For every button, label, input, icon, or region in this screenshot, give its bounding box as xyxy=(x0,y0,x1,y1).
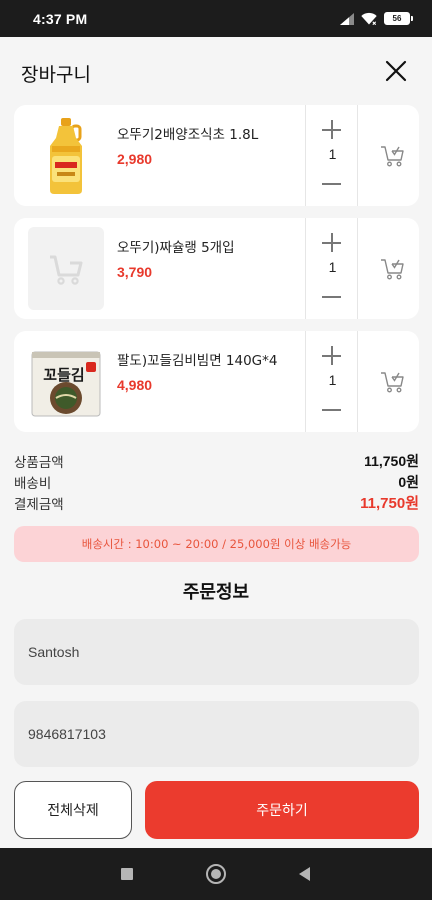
item-name: 오뚜기)짜슐랭 5개입 xyxy=(117,240,235,256)
recent-apps-icon[interactable] xyxy=(121,868,133,880)
quantity-value: 1 xyxy=(328,372,337,388)
quantity-value: 1 xyxy=(328,259,337,275)
shipping-label: 배송비 xyxy=(14,475,52,492)
plus-icon[interactable] xyxy=(322,120,342,140)
cart-icon[interactable] xyxy=(379,256,405,282)
total-value: 11,750원 xyxy=(360,495,419,512)
shipping-row: 배송비 0원 xyxy=(14,471,419,492)
page-title: 장바구니 xyxy=(21,64,91,86)
order-summary: 상품금액 11,750원 배송비 0원 결제금액 11,750원 xyxy=(14,450,419,513)
plus-icon[interactable] xyxy=(322,233,342,253)
wifi-icon xyxy=(361,12,377,25)
item-name: 팔도)꼬들김비빔면 140G*4 xyxy=(117,353,278,369)
signal-icon xyxy=(340,12,354,25)
order-info-title: 주문정보 xyxy=(182,582,250,603)
cart-icon[interactable] xyxy=(379,369,405,395)
quantity-stepper: 1 xyxy=(305,105,358,206)
shipping-value: 0원 xyxy=(398,473,419,490)
cart-item: 오뚜기)짜슐랭 5개입 3,790 1 xyxy=(14,218,419,319)
item-price: 2,980 xyxy=(117,151,153,167)
system-nav-bar xyxy=(0,848,432,900)
delete-all-button[interactable]: 전체삭제 xyxy=(14,781,132,839)
quantity-stepper: 1 xyxy=(305,218,358,319)
vinegar-bottle-image xyxy=(28,114,104,197)
close-icon[interactable] xyxy=(384,59,408,83)
delivery-notice: 배송시간 : 10:00 ~ 20:00 / 25,000원 이상 배송가능 xyxy=(14,526,419,562)
placeholder-cart-image xyxy=(28,227,104,310)
minus-icon[interactable] xyxy=(322,174,342,194)
phone-field[interactable] xyxy=(14,701,419,767)
quantity-stepper: 1 xyxy=(305,331,358,432)
minus-icon[interactable] xyxy=(322,400,342,420)
subtotal-row: 상품금액 11,750원 xyxy=(14,450,419,471)
header: 장바구니 xyxy=(0,37,432,107)
order-button[interactable]: 주문하기 xyxy=(145,781,419,839)
status-icons: 56 xyxy=(340,12,413,25)
minus-icon[interactable] xyxy=(322,287,342,307)
cart-item: 오뚜기2배양조식초 1.8L 2,980 1 xyxy=(14,105,419,206)
name-field[interactable] xyxy=(14,619,419,685)
total-label: 결제금액 xyxy=(14,496,64,513)
total-row: 결제금액 11,750원 xyxy=(14,492,419,513)
package-text: 꼬들김 xyxy=(43,366,85,384)
quantity-value: 1 xyxy=(328,146,337,162)
cart-screen: 장바구니 오뚜기2배양조식초 1.8L 2,980 1 오뚜기)짜슐랭 5개입 … xyxy=(0,37,432,848)
subtotal-label: 상품금액 xyxy=(14,454,64,471)
battery-icon: 56 xyxy=(384,12,413,25)
status-bar: 4:37 PM 56 xyxy=(0,0,432,37)
plus-icon[interactable] xyxy=(322,346,342,366)
subtotal-value: 11,750원 xyxy=(364,452,419,469)
item-price: 4,980 xyxy=(117,377,153,393)
item-name: 오뚜기2배양조식초 1.8L xyxy=(117,127,259,143)
item-price: 3,790 xyxy=(117,264,153,280)
noodle-package-image: 꼬들김 xyxy=(28,340,104,423)
home-icon[interactable] xyxy=(206,864,226,884)
cart-icon[interactable] xyxy=(379,143,405,169)
status-time: 4:37 PM xyxy=(33,10,88,27)
cart-item: 꼬들김 팔도)꼬들김비빔면 140G*4 4,980 1 xyxy=(14,331,419,432)
back-icon[interactable] xyxy=(299,867,310,881)
